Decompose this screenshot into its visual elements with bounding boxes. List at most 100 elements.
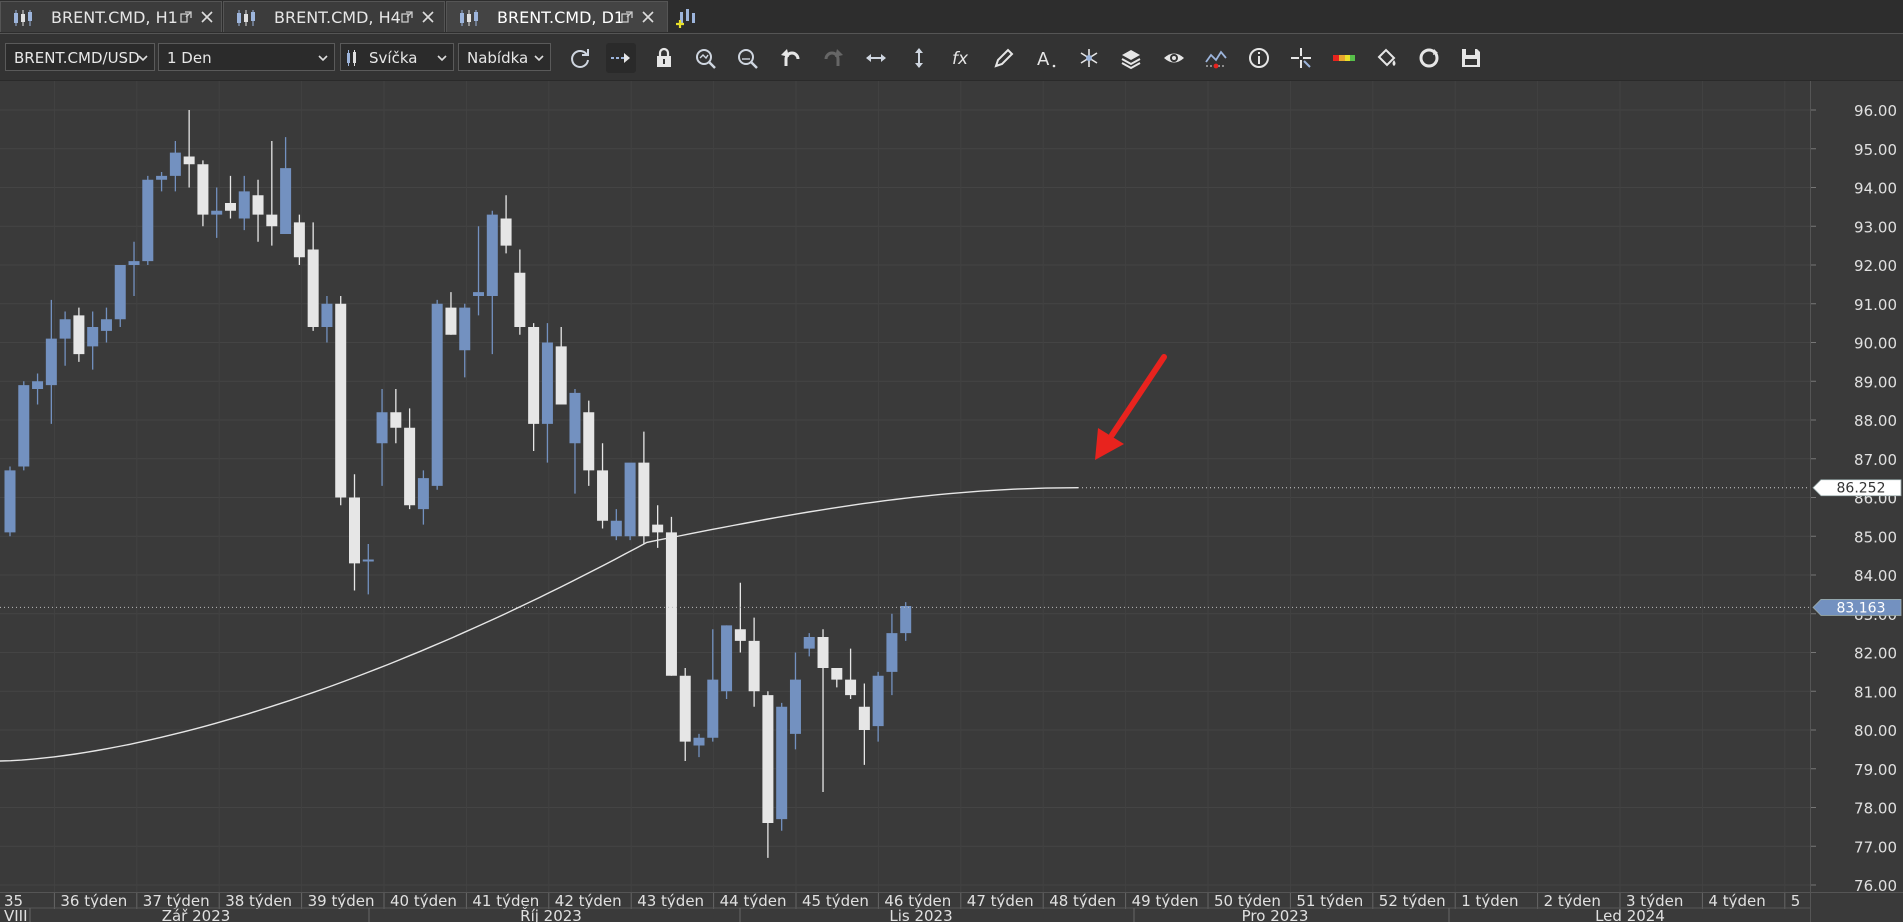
undo-button[interactable] <box>776 43 806 73</box>
candle[interactable] <box>583 400 595 486</box>
candle[interactable] <box>73 307 85 362</box>
candle[interactable] <box>376 389 388 486</box>
candle[interactable] <box>486 210 498 355</box>
candle[interactable] <box>100 307 112 343</box>
candle[interactable] <box>817 629 829 792</box>
candle[interactable] <box>665 516 677 676</box>
candle[interactable] <box>445 292 457 335</box>
close-icon[interactable] <box>421 10 435 24</box>
candle[interactable] <box>624 462 636 541</box>
candle[interactable] <box>679 668 691 761</box>
candle[interactable] <box>128 241 140 296</box>
crosshair-button[interactable] <box>1286 43 1316 73</box>
fill-button[interactable] <box>1372 43 1402 73</box>
candle[interactable] <box>307 222 319 331</box>
candle[interactable] <box>18 381 30 471</box>
close-icon[interactable] <box>641 10 655 24</box>
refresh-button[interactable] <box>565 43 595 73</box>
candle[interactable] <box>541 323 553 463</box>
trend-signals-button[interactable] <box>1201 43 1231 73</box>
color-theme-button[interactable] <box>1329 43 1359 73</box>
candle[interactable] <box>293 214 305 265</box>
detach-icon[interactable] <box>179 10 193 24</box>
candle[interactable] <box>417 470 429 525</box>
candle[interactable] <box>4 466 16 537</box>
candle[interactable] <box>776 702 788 831</box>
candle[interactable] <box>252 179 264 242</box>
price-chart[interactable] <box>0 81 1868 892</box>
candle[interactable] <box>845 648 857 699</box>
detach-icon[interactable] <box>620 10 634 24</box>
candle[interactable] <box>404 408 416 510</box>
candle[interactable] <box>610 509 622 541</box>
moving-average-line[interactable] <box>0 487 1079 762</box>
fit-horizontal-button[interactable] <box>861 43 891 73</box>
candle[interactable] <box>156 172 168 192</box>
price-axis[interactable]: 96.00 95.00 94.00 93.00 92.00 91.00 90.00 89.00… <box>1810 81 1903 895</box>
candle[interactable] <box>45 299 57 424</box>
candle[interactable] <box>238 175 250 231</box>
candle[interactable] <box>266 141 278 246</box>
info-button[interactable] <box>1244 43 1274 73</box>
candle[interactable] <box>349 474 360 591</box>
candle[interactable] <box>900 602 912 641</box>
candle[interactable] <box>693 733 705 758</box>
candle[interactable] <box>872 671 884 742</box>
candle[interactable] <box>886 613 898 696</box>
candle[interactable] <box>211 187 223 238</box>
candle[interactable] <box>224 175 236 219</box>
candle[interactable] <box>528 323 540 451</box>
pattern-button[interactable] <box>1074 43 1104 73</box>
candle[interactable] <box>321 296 333 343</box>
chart-type-select[interactable]: Svíčka <box>340 43 454 71</box>
fit-vertical-button[interactable] <box>904 43 934 73</box>
zoom-out-button[interactable] <box>733 43 763 73</box>
candle[interactable] <box>597 443 609 529</box>
candle[interactable] <box>638 431 650 544</box>
sync-button[interactable] <box>1414 43 1444 73</box>
lock-button[interactable] <box>649 43 679 73</box>
candle[interactable] <box>514 249 526 335</box>
visibility-button[interactable] <box>1159 43 1189 73</box>
candle[interactable] <box>390 389 402 444</box>
candle[interactable] <box>473 226 485 316</box>
candle[interactable] <box>142 175 154 265</box>
candle[interactable] <box>459 303 471 378</box>
zoom-in-button[interactable] <box>691 43 721 73</box>
drawing-button[interactable] <box>989 43 1019 73</box>
save-button[interactable] <box>1456 43 1486 73</box>
text-button[interactable]: A <box>1031 43 1061 73</box>
candle[interactable] <box>197 160 209 227</box>
candle[interactable] <box>280 137 292 234</box>
annotation-arrow[interactable] <box>1095 354 1167 460</box>
candle[interactable] <box>789 652 801 750</box>
price-side-select[interactable]: Nabídka <box>458 43 551 71</box>
period-select[interactable]: 1 Den <box>158 43 335 71</box>
candle[interactable] <box>431 299 443 490</box>
candle[interactable] <box>555 327 567 405</box>
tab-brent-h4[interactable]: BRENT.CMD, H4 <box>223 1 445 32</box>
redo-button[interactable] <box>818 43 848 73</box>
detach-icon[interactable] <box>400 10 414 24</box>
candle[interactable] <box>87 311 99 370</box>
candle[interactable] <box>59 311 71 366</box>
candle[interactable] <box>32 373 44 405</box>
time-axis[interactable]: 35 36 týden 37 týden 38 týden 39 týden 40 týd… <box>0 892 1868 922</box>
candle[interactable] <box>831 668 843 688</box>
candle[interactable] <box>335 296 347 506</box>
new-chart-icon[interactable] <box>674 4 700 30</box>
candle[interactable] <box>114 265 126 327</box>
chart-plot[interactable] <box>0 81 1868 892</box>
candle[interactable] <box>362 544 374 595</box>
layers-button[interactable] <box>1116 43 1146 73</box>
candle[interactable] <box>748 617 760 707</box>
candle[interactable] <box>734 582 746 653</box>
close-icon[interactable] <box>200 10 214 24</box>
candle[interactable] <box>721 625 733 699</box>
shift-chart-button[interactable] <box>606 43 636 73</box>
candle[interactable] <box>762 691 774 858</box>
instrument-select[interactable]: BRENT.CMD/USD <box>5 43 155 71</box>
tab-brent-h1[interactable]: BRENT.CMD, H1 <box>0 1 222 32</box>
candle[interactable] <box>500 195 512 254</box>
candle[interactable] <box>569 389 581 494</box>
